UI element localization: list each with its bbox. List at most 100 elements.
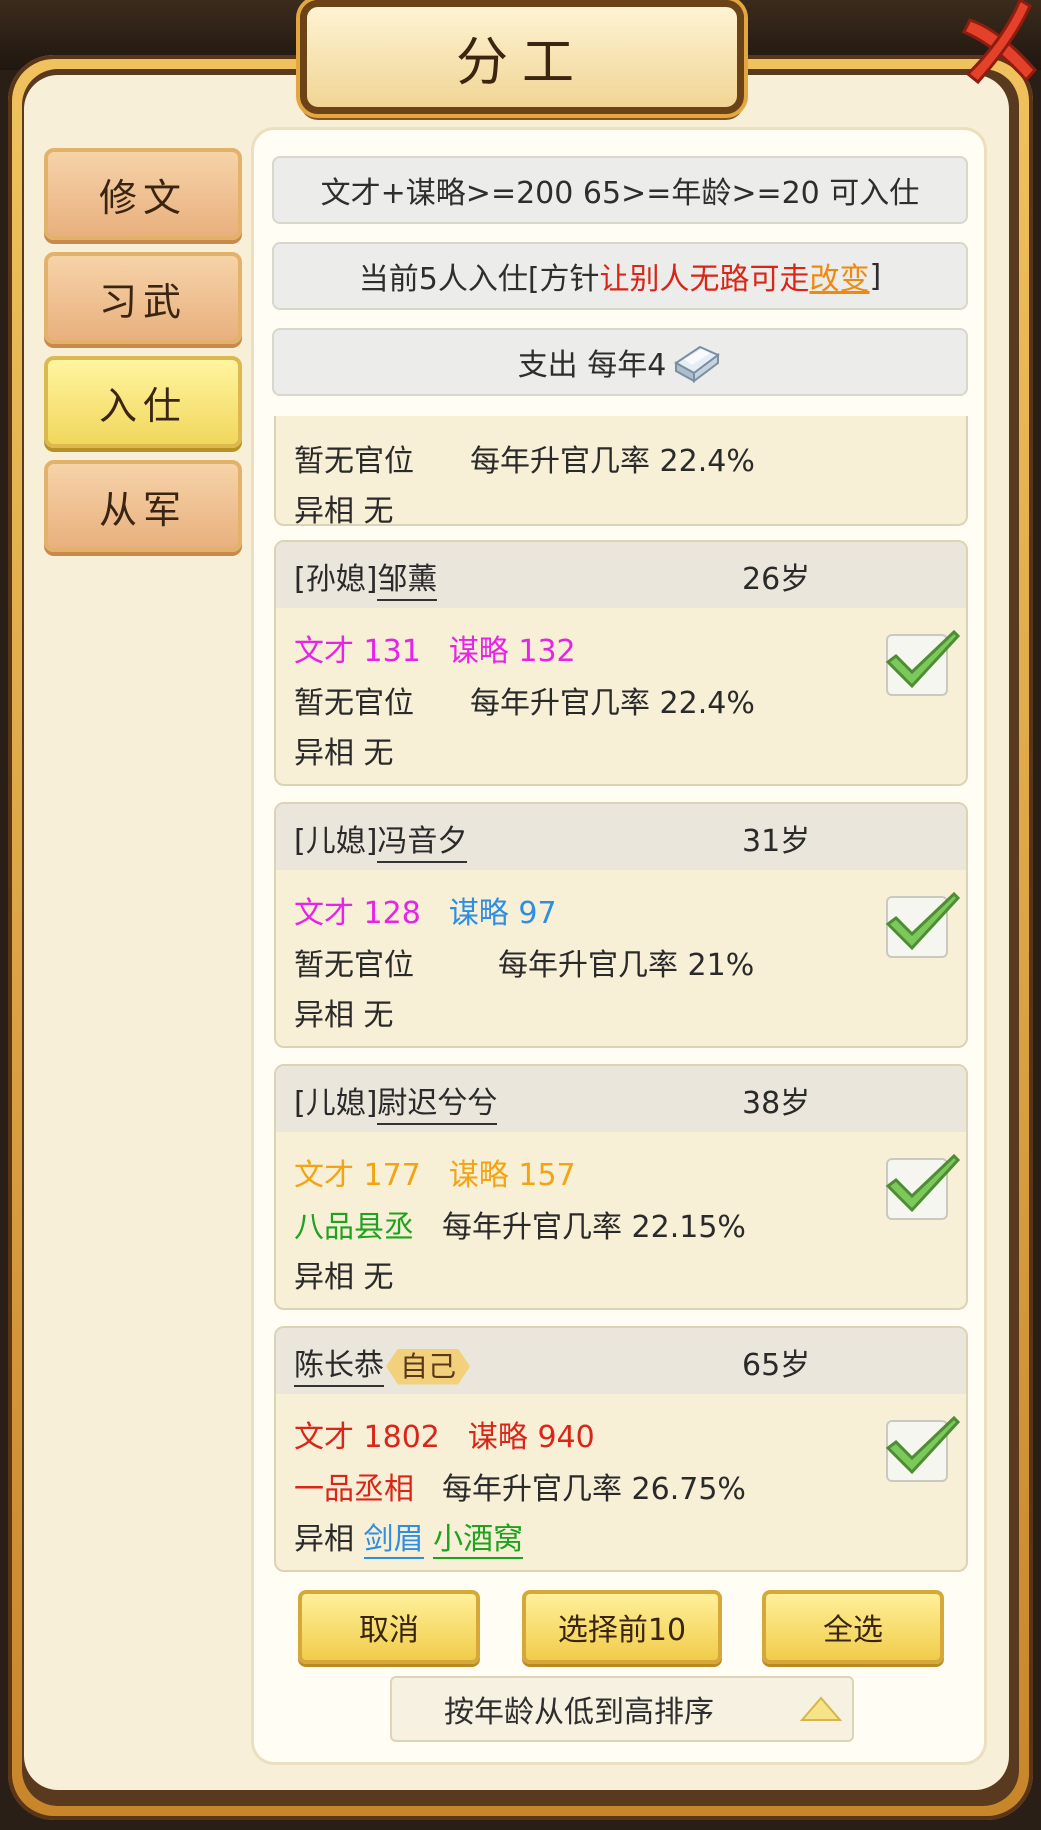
self-badge: 自己 <box>386 1349 470 1385</box>
checkmark-icon <box>885 629 961 689</box>
relation-label: [孙媳] <box>294 562 378 597</box>
member-name: [儿媳]尉迟兮兮 <box>294 1078 498 1125</box>
select-checkbox[interactable] <box>885 891 961 958</box>
office-row: 暂无官位 每年升官几率 22.4% <box>294 436 755 480</box>
office-row: 暂无官位 每年升官几率 21% <box>294 940 754 984</box>
checkmark-icon <box>885 1153 961 1213</box>
checkmark-icon <box>885 891 961 951</box>
trait-label: 异相 <box>294 1522 354 1557</box>
age-text: 38岁 <box>742 1086 811 1121</box>
button-label: 全选 <box>823 1613 883 1648</box>
tab-label: 修文 <box>98 175 187 220</box>
trait-link[interactable]: 小酒窝 <box>433 1522 524 1559</box>
select-checkbox[interactable] <box>885 629 961 696</box>
name-link[interactable]: 陈长恭 <box>294 1348 384 1387</box>
moulue-label: 谋略 <box>448 896 509 931</box>
member-list-area: 文才+谋略>=200 65>=年龄>=20 可入仕 当前5人入仕[方针 让别人无路… <box>254 130 984 1762</box>
trait-value: 无 <box>363 1260 394 1295</box>
stats-row: 文才 128 谋略 97 <box>294 888 557 932</box>
promotion-rate: 每年升官几率 21% <box>498 948 755 983</box>
tab-label: 从军 <box>98 487 187 532</box>
moulue-value: 157 <box>518 1158 576 1193</box>
trait-label: 异相 <box>294 736 354 771</box>
age-text: 65岁 <box>742 1348 811 1383</box>
trait-row: 异相 无 <box>294 990 394 1034</box>
expense-bar: 支出 每年4 <box>272 328 968 396</box>
moulue-value: 940 <box>537 1420 595 1455</box>
select-top10-button[interactable]: 选择前10 <box>522 1590 722 1664</box>
member-card-self[interactable]: 陈长恭 自己 65岁 文才 1802 谋略 940 一品丞相 每年升官几率 26.75… <box>274 1326 968 1572</box>
office-text: 暂无官位 <box>294 686 414 721</box>
trait-value: 无 <box>363 736 394 771</box>
promotion-rate: 每年升官几率 22.4% <box>470 686 755 721</box>
tab-xiuwen[interactable]: 修文 <box>44 148 242 240</box>
member-scroll-list[interactable]: 暂无官位 每年升官几率 22.4% 异相 无 [孙媳]邹薰 26岁 文才 131 谋… <box>272 416 972 1696</box>
trait-row: 异相 无 <box>294 486 394 530</box>
member-card-partial: 暂无官位 每年升官几率 22.4% 异相 无 <box>274 416 968 529</box>
member-card[interactable]: [儿媳]尉迟兮兮 38岁 文才 177 谋略 157 八品县丞 每年升官几率 22.… <box>274 1064 968 1310</box>
requirement-text: 文才+谋略>=200 65>=年龄>=20 可入仕 <box>320 176 920 211</box>
stats-row: 文才 1802 谋略 940 <box>294 1412 595 1456</box>
member-name: [孙媳]邹薰 <box>294 554 438 601</box>
promotion-rate: 每年升官几率 22.15% <box>442 1210 746 1245</box>
change-policy-link[interactable]: 改变 <box>810 254 870 298</box>
age-text: 31岁 <box>742 824 811 859</box>
requirement-bar: 文才+谋略>=200 65>=年龄>=20 可入仕 <box>272 156 968 224</box>
promotion-rate: 每年升官几率 26.75% <box>442 1472 746 1507</box>
relation-label: [儿媳] <box>294 824 378 859</box>
trait-row: 异相 无 <box>294 1252 394 1296</box>
trait-link[interactable]: 剑眉 <box>363 1522 424 1559</box>
button-label: 取消 <box>359 1613 419 1648</box>
cancel-button[interactable]: 取消 <box>298 1590 480 1664</box>
member-card[interactable]: [儿媳]冯音夕 31岁 文才 128 谋略 97 暂无官位 每年升官几率 21% 异… <box>274 802 968 1048</box>
wencai-value: 177 <box>363 1158 421 1193</box>
stats-row: 文才 131 谋略 132 <box>294 626 576 670</box>
moulue-value: 97 <box>518 896 557 931</box>
trait-row: 异相 剑眉 小酒窝 <box>294 1514 524 1559</box>
close-icon <box>961 0 1038 85</box>
select-checkbox[interactable] <box>885 1153 961 1220</box>
tab-label: 入仕 <box>98 383 187 428</box>
promotion-rate: 每年升官几率 22.4% <box>470 444 755 479</box>
name-link[interactable]: 邹薰 <box>377 562 438 601</box>
wencai-label: 文才 <box>294 1420 354 1455</box>
wencai-label: 文才 <box>294 896 354 931</box>
wencai-value: 1802 <box>363 1420 440 1455</box>
trait-label: 异相 <box>294 494 354 529</box>
office-text: 一品丞相 <box>294 1472 414 1507</box>
office-text: 八品县丞 <box>294 1210 414 1245</box>
trait-row: 异相 无 <box>294 728 394 772</box>
member-card[interactable]: [孙媳]邹薰 26岁 文才 131 谋略 132 暂无官位 每年升官几率 22.4%… <box>274 540 968 786</box>
select-all-button[interactable]: 全选 <box>762 1590 944 1664</box>
member-name: 陈长恭 自己 <box>294 1340 470 1387</box>
moulue-value: 132 <box>518 634 576 669</box>
tab-rushi[interactable]: 入仕 <box>44 356 242 448</box>
status-suffix: ] <box>869 258 882 294</box>
office-text: 暂无官位 <box>294 444 414 479</box>
wencai-value: 128 <box>363 896 421 931</box>
sort-dropdown[interactable]: 按年龄从低到高排序 <box>390 1676 854 1742</box>
trait-value: 无 <box>363 494 394 529</box>
close-button[interactable] <box>960 0 1041 95</box>
select-checkbox[interactable] <box>885 1415 961 1482</box>
office-row: 暂无官位 每年升官几率 22.4% <box>294 678 755 722</box>
stats-row: 文才 177 谋略 157 <box>294 1150 576 1194</box>
tab-xiwu[interactable]: 习武 <box>44 252 242 344</box>
checkmark-icon <box>885 1415 961 1475</box>
tab-congjun[interactable]: 从军 <box>44 460 242 552</box>
moulue-label: 谋略 <box>467 1420 528 1455</box>
office-text: 暂无官位 <box>294 948 414 983</box>
member-name: [儿媳]冯音夕 <box>294 816 468 863</box>
office-row: 八品县丞 每年升官几率 22.15% <box>294 1202 746 1246</box>
moulue-label: 谋略 <box>448 1158 509 1193</box>
trait-label: 异相 <box>294 1260 354 1295</box>
office-row: 一品丞相 每年升官几率 26.75% <box>294 1464 746 1508</box>
name-link[interactable]: 尉迟兮兮 <box>377 1086 498 1125</box>
name-link[interactable]: 冯音夕 <box>377 824 468 863</box>
wencai-label: 文才 <box>294 1158 354 1193</box>
triangle-up-icon <box>799 1696 843 1721</box>
age-text: 26岁 <box>742 562 811 597</box>
expense-label: 支出 每年4 <box>517 348 667 383</box>
status-bar: 当前5人入仕[方针 让别人无路可走 改变] <box>272 242 968 310</box>
status-prefix: 当前5人入仕[方针 <box>358 262 600 297</box>
